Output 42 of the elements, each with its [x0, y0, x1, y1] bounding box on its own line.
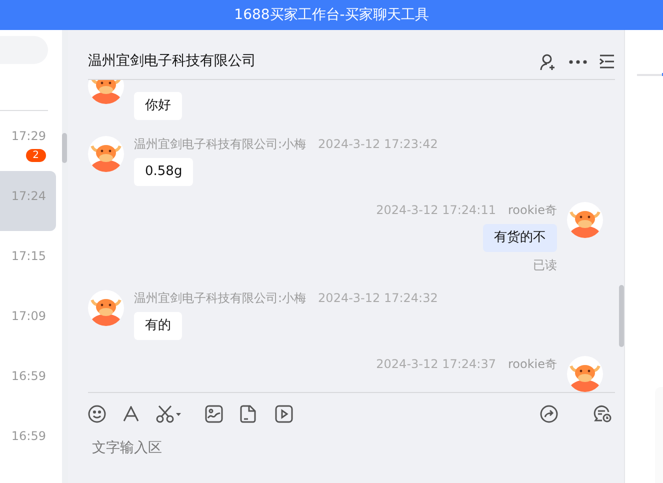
tab-indicator: [662, 73, 663, 76]
font-icon[interactable]: [123, 406, 139, 422]
message-bubble: 你好: [134, 92, 182, 120]
unread-count: 2: [26, 149, 46, 162]
message-time: 2024-3-12 17:24:32: [318, 291, 438, 305]
conversation-time: 16:59: [11, 368, 46, 385]
emoji-icon[interactable]: [88, 404, 106, 422]
window-title: 1688买家工作台-买家聊天工具: [234, 6, 429, 24]
scissors-icon[interactable]: [156, 404, 182, 422]
message-bubble: 有货的不: [483, 224, 557, 252]
add-contact-icon[interactable]: [539, 52, 557, 70]
message-bubble: 0.58g: [134, 158, 194, 186]
share-icon[interactable]: [540, 404, 558, 422]
sender-name: rookie奇: [508, 203, 557, 217]
sender-name: 温州宜剑电子科技有限公司:小梅: [134, 291, 306, 305]
message-time: 2024-3-12 17:24:37: [376, 357, 496, 371]
message-bubble: 有的: [134, 312, 182, 340]
file-icon[interactable]: [240, 404, 258, 422]
message-input[interactable]: 文字输入区: [88, 434, 388, 463]
image-icon[interactable]: [205, 404, 223, 422]
sender-name: 温州宜剑电子科技有限公司:小梅: [134, 137, 306, 151]
conversation-time: 17:09: [11, 308, 46, 325]
bull-avatar: [88, 136, 124, 172]
video-icon[interactable]: [275, 404, 293, 422]
conversation-time: 17:24: [11, 188, 46, 205]
conversation-item[interactable]: 17:24: [0, 171, 56, 231]
message-time: 2024-3-12 17:23:42: [318, 137, 438, 151]
chat-history-icon[interactable]: [593, 404, 612, 422]
menu-icon[interactable]: [599, 54, 615, 69]
sender-name: rookie奇: [508, 357, 557, 371]
more-icon[interactable]: [569, 60, 587, 64]
chat-title: 温州宜剑电子科技有限公司: [88, 52, 257, 71]
bull-avatar: [88, 290, 124, 326]
conversation-time: 17:29: [11, 128, 46, 145]
conversation-time: 17:15: [11, 248, 46, 265]
message-time: 2024-3-12 17:24:11: [376, 203, 496, 217]
conversation-time: 16:59: [11, 428, 46, 445]
bull-avatar: [567, 202, 603, 238]
read-status: 已读: [532, 257, 557, 274]
scrollbar-thumb[interactable]: [62, 133, 67, 163]
scrollbar-thumb[interactable]: [619, 285, 624, 347]
bull-avatar: [567, 356, 603, 392]
